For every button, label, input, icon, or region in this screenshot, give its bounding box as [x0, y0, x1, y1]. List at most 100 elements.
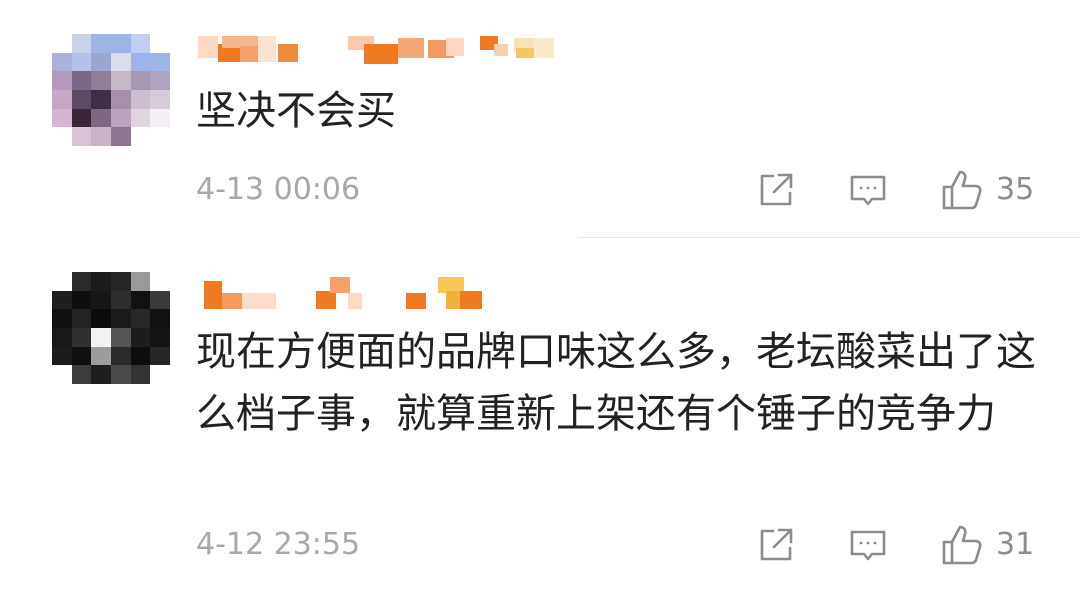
- avatar-pixel: [52, 71, 72, 90]
- username-pixel: [316, 291, 336, 309]
- avatar-pixel: [52, 52, 72, 72]
- avatar-pixel: [110, 108, 131, 128]
- avatar-pixel: [71, 89, 92, 109]
- avatar-pixel: [150, 272, 170, 291]
- avatar-pixel: [91, 108, 111, 128]
- avatar-pixel: [71, 108, 92, 128]
- comment-text: 坚决不会买: [196, 88, 396, 134]
- username-pixel: [198, 36, 218, 58]
- avatar-pixel: [52, 108, 72, 128]
- avatar-pixel: [150, 52, 170, 72]
- username-pixel: [240, 46, 258, 62]
- avatar-pixel: [52, 309, 72, 328]
- share-button[interactable]: [756, 523, 796, 567]
- username-pixel: [258, 36, 276, 62]
- avatar-pixel: [71, 34, 92, 53]
- comment-item: 现在方便面的品牌口味这么多，老坛酸菜出了这么档子事，就算重新上架还有个锤子的竞争…: [0, 239, 1080, 590]
- avatar-pixel: [52, 272, 72, 291]
- avatar-pixel: [130, 34, 151, 53]
- avatar-pixel: [71, 346, 92, 366]
- thumbs-up-icon: [942, 525, 982, 565]
- username-redacted[interactable]: [198, 273, 578, 309]
- avatar-pixel: [71, 290, 92, 310]
- username-pixel: [222, 293, 242, 309]
- avatar-pixel: [71, 272, 92, 291]
- reply-button[interactable]: [848, 523, 888, 567]
- avatar-pixel: [110, 89, 131, 109]
- avatar-pixel: [150, 34, 170, 53]
- avatar-pixel: [91, 272, 111, 291]
- username-redacted[interactable]: [198, 30, 578, 66]
- like-button[interactable]: 31: [940, 523, 1034, 567]
- avatar-pixel: [150, 346, 170, 366]
- reply-button[interactable]: [848, 168, 888, 212]
- avatar-pixel: [52, 89, 72, 109]
- avatar-pixel: [71, 365, 92, 384]
- thumbs-up-icon: [942, 170, 982, 210]
- avatar-pixel: [52, 34, 72, 53]
- avatar-pixel: [150, 108, 170, 128]
- timestamp: 4-13 00:06: [196, 172, 361, 207]
- avatar-pixel: [52, 327, 72, 347]
- avatar-pixel: [91, 127, 111, 146]
- avatar-pixel: [110, 52, 131, 72]
- username-pixel: [348, 293, 362, 309]
- comment-item: 坚决不会买 4-13 00:06 35: [0, 0, 1080, 238]
- avatar-pixel: [130, 71, 151, 90]
- avatar-pixel: [150, 290, 170, 310]
- avatar-pixel: [150, 127, 170, 146]
- comment-meta: 4-13 00:06 35: [196, 168, 1040, 212]
- avatar-pixel: [110, 327, 131, 347]
- avatar-pixel: [71, 52, 92, 72]
- avatar-pixel: [91, 346, 111, 366]
- avatar-pixel: [110, 272, 131, 291]
- avatar-pixel: [130, 52, 151, 72]
- share-icon: [760, 528, 793, 561]
- avatar-pixel: [71, 327, 92, 347]
- avatar-pixel: [130, 365, 151, 384]
- avatar-pixel: [71, 309, 92, 328]
- avatar-pixel: [110, 290, 131, 310]
- avatar-pixel: [110, 309, 131, 328]
- avatar-pixel: [91, 89, 111, 109]
- username-pixel: [534, 38, 554, 58]
- username-pixel: [330, 277, 350, 293]
- avatar-pixel: [130, 346, 151, 366]
- username-pixel: [494, 44, 508, 56]
- avatar-pixel: [91, 365, 111, 384]
- avatar-pixel: [91, 71, 111, 90]
- avatar-pixel: [52, 127, 72, 146]
- username-pixel: [460, 291, 482, 309]
- avatar-pixel: [130, 127, 151, 146]
- avatar-pixel: [130, 290, 151, 310]
- avatar[interactable]: [52, 272, 170, 384]
- username-pixel: [398, 38, 424, 58]
- avatar-pixel: [71, 127, 92, 146]
- avatar-pixel: [52, 290, 72, 310]
- avatar-pixel: [150, 365, 170, 384]
- avatar-pixel: [91, 290, 111, 310]
- avatar-pixel: [150, 309, 170, 328]
- avatar-pixel: [71, 71, 92, 90]
- avatar-pixel: [91, 309, 111, 328]
- avatar-pixel: [130, 309, 151, 328]
- avatar-pixel: [91, 52, 111, 72]
- reply-icon: [850, 175, 886, 206]
- comment-meta: 4-12 23:55 31: [196, 523, 1040, 567]
- avatar-pixel: [150, 327, 170, 347]
- divider: [578, 237, 1080, 238]
- username-pixel: [446, 38, 464, 56]
- avatar-pixel: [52, 365, 72, 384]
- avatar-pixel: [130, 89, 151, 109]
- like-button[interactable]: 35: [940, 168, 1034, 212]
- avatar-pixel: [130, 108, 151, 128]
- avatar-pixel: [110, 346, 131, 366]
- like-count: 31: [996, 527, 1035, 562]
- timestamp: 4-12 23:55: [196, 527, 361, 562]
- avatar[interactable]: [52, 34, 170, 146]
- share-icon: [760, 173, 793, 206]
- share-button[interactable]: [756, 168, 796, 212]
- avatar-pixel: [110, 365, 131, 384]
- username-pixel: [242, 293, 276, 309]
- avatar-pixel: [110, 34, 131, 53]
